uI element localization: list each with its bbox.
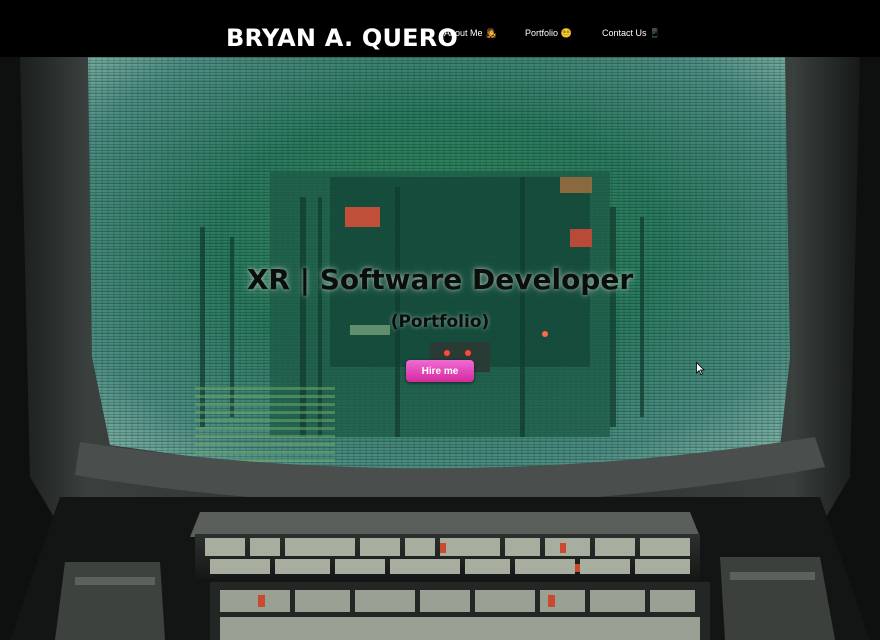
hero-subtitle: (Portfolio) bbox=[390, 312, 490, 332]
nav-link-about[interactable]: About Me 🧑‍🎤 bbox=[444, 28, 496, 39]
singer-emoji-icon: 🧑‍🎤 bbox=[485, 28, 497, 38]
hero-background-image bbox=[0, 57, 880, 640]
hero-section bbox=[0, 57, 880, 640]
nav-label-about: About Me bbox=[444, 28, 483, 38]
nav-label-contact: Contact Us bbox=[602, 28, 647, 38]
mouse-cursor-icon bbox=[696, 362, 705, 375]
nav-link-portfolio[interactable]: Portfolio 😵‍💫 bbox=[525, 28, 572, 39]
site-brand[interactable]: BRYAN A. QUERO bbox=[226, 24, 458, 52]
top-navbar: BRYAN A. QUERO About Me 🧑‍🎤 Portfolio 😵‍… bbox=[0, 0, 880, 57]
hero-title: XR | Software Developer bbox=[246, 263, 634, 296]
phone-emoji-icon: 📱 bbox=[649, 28, 661, 38]
hire-me-button[interactable]: Hire me bbox=[406, 360, 474, 382]
dizzy-face-emoji-icon: 😵‍💫 bbox=[560, 28, 572, 38]
nav-link-contact[interactable]: Contact Us 📱 bbox=[602, 28, 660, 39]
nav-label-portfolio: Portfolio bbox=[525, 28, 559, 38]
